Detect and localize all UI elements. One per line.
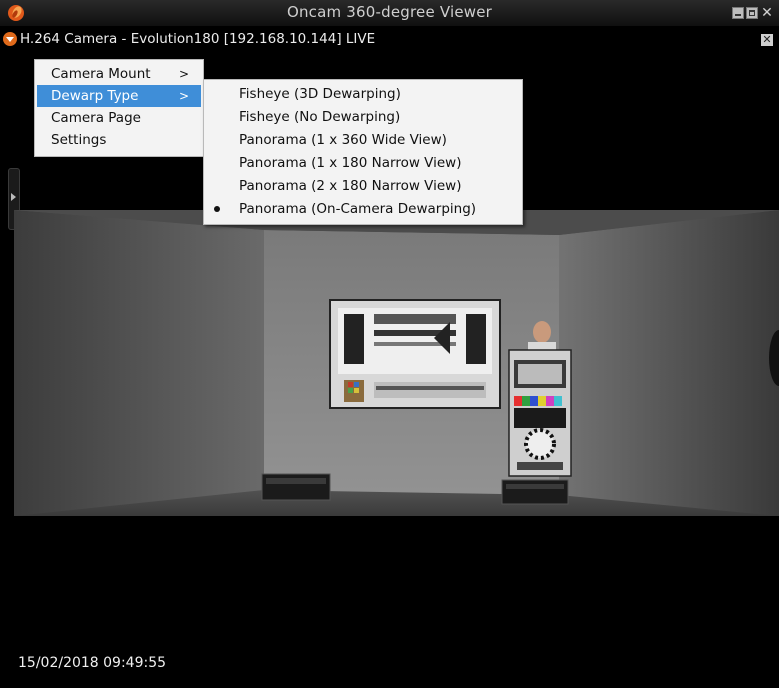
submenu-item-label: Fisheye (No Dewarping) (239, 109, 401, 125)
camera-scene-image (14, 210, 779, 516)
submenu-item-fisheye-no-dewarp[interactable]: Fisheye (No Dewarping) (204, 106, 522, 128)
menu-item-label: Camera Page (51, 110, 141, 126)
submenu-item-panorama-360-wide[interactable]: Panorama (1 x 360 Wide View) (204, 129, 522, 151)
submenu-item-panorama-180-narrow[interactable]: Panorama (1 x 180 Narrow View) (204, 152, 522, 174)
close-window-button[interactable]: ✕ (761, 6, 773, 20)
submenu-item-label: Panorama (1 x 360 Wide View) (239, 132, 447, 148)
minimize-button[interactable] (732, 7, 744, 19)
title-bar[interactable]: Oncam 360-degree Viewer ✕ (0, 0, 779, 26)
menu-item-camera-page[interactable]: Camera Page (37, 107, 201, 129)
menu-item-settings[interactable]: Settings (37, 129, 201, 151)
video-timestamp: 15/02/2018 09:49:55 (18, 655, 167, 671)
menu-item-label: Camera Mount (51, 66, 151, 82)
panorama-video-view[interactable] (14, 210, 779, 516)
menu-item-label: Settings (51, 132, 107, 148)
submenu-item-label: Panorama (On-Camera Dewarping) (239, 201, 477, 217)
camera-context-menu: Camera Mount > Dewarp Type > Camera Page… (34, 59, 204, 157)
menu-item-dewarp-type[interactable]: Dewarp Type > (37, 85, 201, 107)
submenu-item-label: Panorama (2 x 180 Narrow View) (239, 178, 462, 194)
selected-bullet-icon (214, 206, 220, 212)
submenu-item-panorama-on-camera[interactable]: Panorama (On-Camera Dewarping) (204, 198, 522, 220)
close-camera-icon[interactable]: ✕ (761, 34, 773, 46)
submenu-item-label: Fisheye (3D Dewarping) (239, 86, 401, 102)
menu-item-label: Dewarp Type (51, 88, 139, 104)
maximize-button[interactable] (746, 7, 758, 19)
menu-item-camera-mount[interactable]: Camera Mount > (37, 63, 201, 85)
window-title: Oncam 360-degree Viewer (286, 3, 493, 21)
submenu-item-label: Panorama (1 x 180 Narrow View) (239, 155, 462, 171)
camera-title: H.264 Camera - Evolution180 [192.168.10.… (20, 31, 376, 47)
submenu-item-panorama-2x180-narrow[interactable]: Panorama (2 x 180 Narrow View) (204, 175, 522, 197)
chevron-right-icon: > (178, 67, 189, 81)
submenu-item-fisheye-3d[interactable]: Fisheye (3D Dewarping) (204, 83, 522, 105)
viewer-window: Oncam 360-degree Viewer ✕ H.264 Camera -… (0, 0, 779, 688)
camera-menu-dropdown-icon[interactable] (3, 32, 17, 46)
chevron-right-icon: > (178, 89, 189, 103)
dewarp-type-submenu: Fisheye (3D Dewarping) Fisheye (No Dewar… (203, 79, 523, 225)
camera-bar: H.264 Camera - Evolution180 [192.168.10.… (0, 28, 779, 52)
